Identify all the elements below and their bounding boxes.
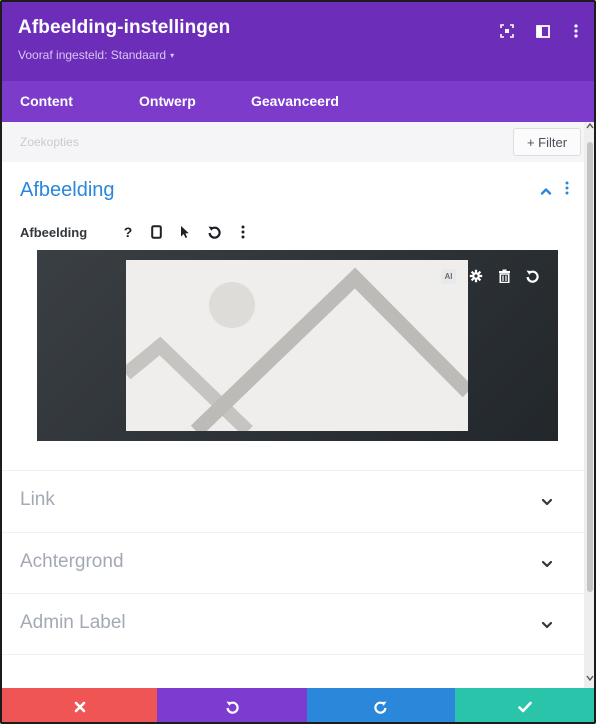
- field-label: Afbeelding: [20, 225, 88, 240]
- image-toolbar: AI: [441, 268, 540, 284]
- fullscreen-icon[interactable]: [497, 21, 517, 41]
- group-label: Link: [20, 489, 55, 510]
- tab-ontwerp[interactable]: Ontwerp: [139, 81, 196, 122]
- more-options-icon[interactable]: [566, 21, 586, 41]
- responsive-icon[interactable]: [148, 223, 164, 241]
- preset-selector[interactable]: Vooraf ingesteld: Standaard ▾: [18, 48, 174, 62]
- group-label: Achtergrond: [20, 551, 124, 572]
- settings-content: + Filter Afbeelding Afbeelding ?: [2, 122, 584, 688]
- section-more-icon[interactable]: [565, 181, 569, 200]
- reset-icon[interactable]: [524, 268, 540, 284]
- search-bar: + Filter: [2, 122, 584, 162]
- footer-actions: [2, 688, 594, 722]
- modal-title: Afbeelding-instellingen: [18, 17, 231, 38]
- tab-content[interactable]: Content: [20, 81, 73, 122]
- section-title[interactable]: Afbeelding: [20, 179, 115, 202]
- delete-icon[interactable]: [496, 268, 512, 284]
- help-icon[interactable]: ?: [120, 223, 136, 241]
- redo-icon: [374, 701, 387, 714]
- ai-icon[interactable]: AI: [441, 268, 456, 284]
- group-link[interactable]: Link: [2, 470, 584, 530]
- save-button[interactable]: [455, 688, 594, 722]
- redo-button[interactable]: [307, 688, 455, 722]
- chevron-up-icon[interactable]: [539, 184, 553, 198]
- checkmark-icon: [517, 701, 532, 713]
- filter-button[interactable]: + Filter: [513, 128, 581, 156]
- reset-icon[interactable]: [206, 223, 222, 241]
- undo-button[interactable]: [157, 688, 307, 722]
- tab-geavanceerd[interactable]: Geavanceerd: [251, 81, 339, 122]
- group-admin-label[interactable]: Admin Label: [2, 593, 584, 653]
- group-achtergrond[interactable]: Achtergrond: [2, 532, 584, 592]
- modal-header: Afbeelding-instellingen Vooraf ingesteld…: [2, 2, 594, 81]
- search-input[interactable]: [20, 130, 490, 154]
- chevron-down-icon: [540, 618, 554, 632]
- caret-down-icon: ▾: [170, 51, 175, 60]
- more-options-icon[interactable]: [235, 223, 251, 241]
- chevron-down-icon: [540, 557, 554, 571]
- group-divider: [2, 654, 584, 688]
- placeholder-image-icon: [126, 267, 468, 431]
- scroll-up-icon[interactable]: [586, 122, 594, 132]
- settings-modal: Afbeelding-instellingen Vooraf ingesteld…: [0, 0, 596, 724]
- image-upload-area[interactable]: AI: [37, 250, 558, 441]
- scrollbar-thumb[interactable]: [587, 142, 593, 592]
- tab-bar: Content Ontwerp Geavanceerd: [2, 81, 594, 122]
- group-label: Admin Label: [20, 612, 126, 633]
- hover-icon[interactable]: [176, 223, 192, 241]
- close-icon: [74, 701, 85, 713]
- image-placeholder: [126, 260, 468, 431]
- undo-icon: [226, 701, 239, 714]
- settings-icon[interactable]: [468, 268, 484, 284]
- scroll-down-icon[interactable]: [586, 674, 594, 684]
- preset-label: Vooraf ingesteld: Standaard: [18, 48, 167, 62]
- cancel-button[interactable]: [2, 688, 157, 722]
- chevron-down-icon: [540, 495, 554, 509]
- split-view-icon[interactable]: [533, 21, 553, 41]
